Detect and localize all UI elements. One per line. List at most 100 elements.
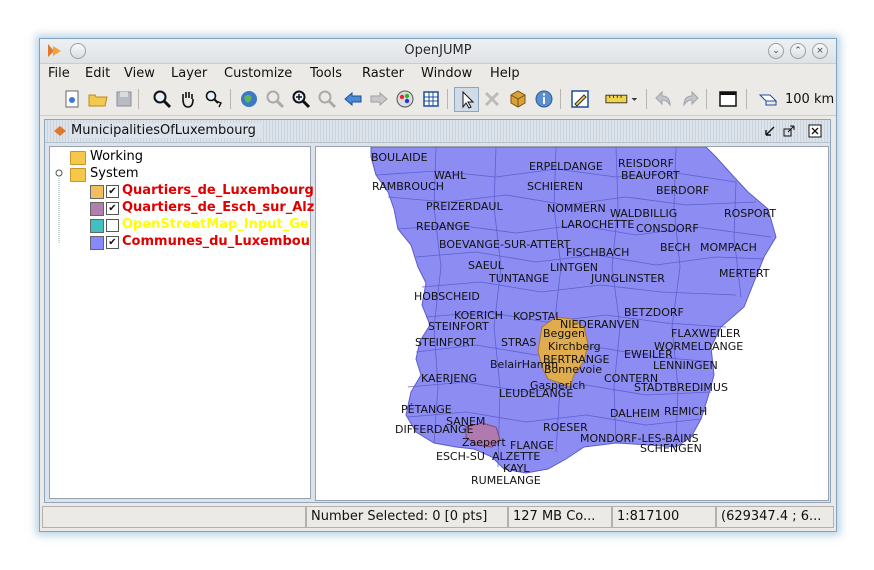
tree-lines: [55, 169, 63, 244]
category-label: Working: [90, 149, 144, 164]
map-label: TUNTANGE: [488, 272, 549, 285]
map-label: STEINFORT: [415, 336, 476, 349]
task-frame-icon: [54, 126, 66, 136]
grid-icon: [422, 90, 439, 107]
close-button[interactable]: ×: [812, 43, 828, 59]
map-canvas[interactable]: BOULAIDE REISDORFWAHLERPELDANGEBEAUFORTRA…: [316, 147, 828, 500]
feature-info-button[interactable]: [506, 87, 529, 110]
map-label: LAROCHETTE: [561, 218, 634, 231]
undo-icon: [654, 90, 671, 107]
scale-bar-button[interactable]: [756, 87, 779, 110]
window-icon: [718, 90, 737, 107]
layer-visibility-checkbox[interactable]: ✔: [106, 185, 119, 198]
map-label: SCHIEREN: [527, 180, 583, 193]
minimize-button[interactable]: ⌄: [768, 43, 784, 59]
minimize-frame-icon[interactable]: [763, 124, 777, 138]
zoom-to-selection-button[interactable]: [315, 87, 338, 110]
layer-label: Quartiers_de_Esch_sur_Alz: [122, 200, 315, 215]
map-label: NOMMERN: [547, 202, 606, 215]
new-project-icon: [65, 90, 78, 107]
toolbar-separator: [746, 89, 747, 109]
map-label: REDANGE: [416, 220, 470, 233]
delete-icon: [484, 91, 499, 106]
layer-visibility-checkbox[interactable]: ✔: [106, 236, 119, 249]
map-label: KAERJENG: [421, 372, 477, 385]
layer-label: OpenStreetMap_Input_Ge: [122, 217, 309, 232]
open-icon: [88, 94, 108, 106]
map-label: MOMPACH: [700, 241, 757, 254]
layer-style-swatch: [90, 236, 104, 250]
menu-edit[interactable]: Edit: [85, 66, 110, 81]
zoom-previous-icon: [343, 91, 361, 106]
layer-style-swatch: [90, 219, 104, 233]
toolbar-separator: [560, 89, 561, 109]
menu-file[interactable]: File: [48, 66, 70, 81]
measure-button[interactable]: [603, 87, 643, 110]
window-button[interactable]: [716, 87, 739, 110]
map-label: REMICH: [664, 405, 707, 418]
menu-customize[interactable]: Customize: [224, 66, 292, 81]
status-message: [42, 506, 306, 528]
close-frame-icon[interactable]: [808, 124, 822, 138]
zoom-realtime-button[interactable]: [202, 87, 225, 110]
map-label: Kirchberg: [548, 340, 601, 353]
menu-bar: File Edit View Layer Customize Tools Ras…: [40, 63, 836, 85]
menu-layer[interactable]: Layer: [171, 66, 207, 81]
scale-bar-icon: [758, 94, 777, 105]
map-label: KOPSTAL: [513, 310, 562, 323]
open-button[interactable]: [86, 87, 109, 110]
edit-button[interactable]: [568, 87, 591, 110]
map-label: ERPELDANGE: [529, 160, 603, 173]
feature-info-icon: [510, 89, 525, 108]
zoom-next-button[interactable]: [367, 87, 390, 110]
zoom-full-button[interactable]: [237, 87, 260, 110]
info-button[interactable]: [532, 87, 555, 110]
category-label: System: [90, 166, 139, 181]
title-bar: OpenJUMP ⌄ ⌃ ×: [40, 39, 836, 64]
openjump-window: OpenJUMP ⌄ ⌃ × File Edit View Layer Cust…: [39, 38, 837, 532]
layer-visibility-checkbox[interactable]: ✔: [106, 202, 119, 215]
map-label: ROSPORT: [724, 207, 776, 220]
toolbar-separator: [706, 89, 707, 109]
menu-window[interactable]: Window: [421, 66, 472, 81]
maximize-button[interactable]: ⌃: [790, 43, 806, 59]
folder-open-icon: [70, 168, 86, 182]
select-button[interactable]: [454, 87, 479, 112]
zoom-previous-button[interactable]: [341, 87, 364, 110]
menu-help[interactable]: Help: [490, 66, 520, 81]
pan-button[interactable]: [176, 87, 199, 110]
map-view[interactable]: BOULAIDE REISDORF WAHL ERPELDANGE BEAUFORT RA…: [315, 146, 829, 501]
redo-icon: [682, 90, 699, 107]
zoom-to-selection-icon: [318, 90, 336, 108]
zoom-to-layer-button[interactable]: [263, 87, 286, 110]
redo-button[interactable]: [678, 87, 701, 110]
layer-label: Quartiers_de_Luxembourg: [122, 183, 314, 198]
undo-button[interactable]: [652, 87, 675, 110]
layer-visibility-checkbox[interactable]: [106, 219, 119, 232]
colour-button[interactable]: [393, 87, 416, 110]
map-label: RUMELANGE: [471, 474, 541, 487]
zoom-next-icon: [370, 91, 388, 106]
grid-button[interactable]: [419, 87, 442, 110]
task-frame-title-bar: MunicipalitiesOfLuxembourg: [45, 120, 830, 143]
map-label: STEINFORT: [428, 320, 489, 333]
map-label: LEUDELANGE: [499, 387, 573, 400]
menu-view[interactable]: View: [124, 66, 155, 81]
map-label: RAMBROUCH: [372, 180, 444, 193]
delete-button[interactable]: [480, 87, 503, 110]
window-title: OpenJUMP: [404, 43, 472, 58]
zoom-button[interactable]: [150, 87, 173, 110]
folder-icon: [70, 151, 86, 165]
status-bar: Number Selected: 0 [0 pts] 127 MB Co... …: [40, 505, 836, 529]
zoom-in-button[interactable]: [289, 87, 312, 110]
maximize-frame-icon[interactable]: [782, 124, 796, 138]
menu-raster[interactable]: Raster: [362, 66, 404, 81]
map-label: ESCH-SU: [436, 450, 485, 463]
select-icon: [462, 90, 474, 109]
map-label: DALHEIM: [610, 407, 660, 420]
save-button[interactable]: [112, 87, 135, 110]
menu-tools[interactable]: Tools: [310, 66, 342, 81]
zoom-icon: [153, 90, 171, 108]
new-project-button[interactable]: [60, 87, 83, 110]
map-label: HOBSCHEID: [414, 290, 480, 303]
